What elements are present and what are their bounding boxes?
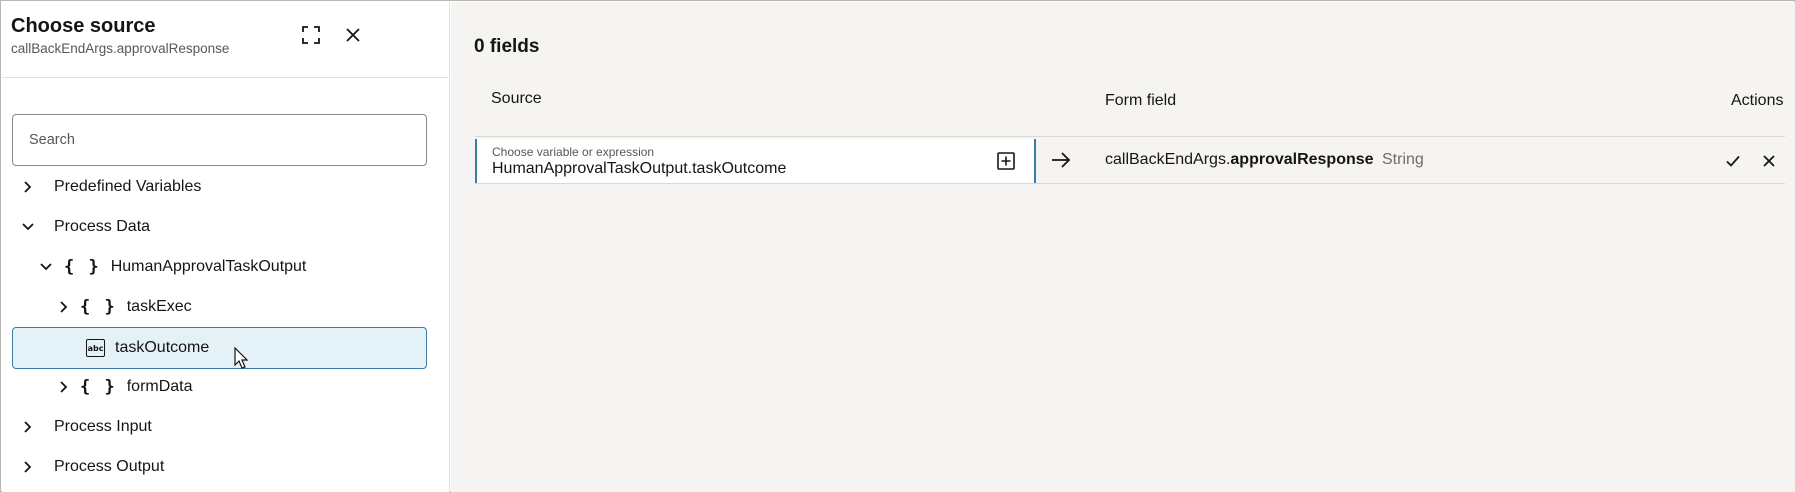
expand-icon xyxy=(302,26,320,44)
field-mapping-panel: 0 fields Source Form field Actions Choos… xyxy=(451,2,1795,492)
object-icon: { } xyxy=(80,377,117,397)
plus-box-icon xyxy=(997,152,1015,170)
chevron-down-icon xyxy=(20,219,36,235)
target-field-prefix: callBackEndArgs. xyxy=(1105,151,1231,168)
tree-item-label: taskExec xyxy=(126,298,192,315)
tree-item-predefined-variables[interactable]: Predefined Variables xyxy=(12,167,427,207)
source-field-value: HumanApprovalTaskOutput.taskOutcome xyxy=(492,160,787,177)
confirm-mapping-button[interactable] xyxy=(1723,151,1743,171)
source-field-divider xyxy=(1034,139,1036,183)
panel-subtitle: callBackEndArgs.approvalResponse xyxy=(11,41,230,56)
chevron-right-icon xyxy=(56,299,72,315)
object-icon: { } xyxy=(80,297,117,317)
arrow-right-icon xyxy=(1052,152,1071,168)
checkmark-icon xyxy=(1726,155,1740,167)
tree-item-label: HumanApprovalTaskOutput xyxy=(110,258,307,275)
fields-count: 0 fields xyxy=(474,36,540,57)
close-icon xyxy=(1763,155,1775,167)
string-type-icon: abc xyxy=(86,339,105,357)
chevron-right-icon xyxy=(56,379,72,395)
dialog-frame: Choose source callBackEndArgs.approvalRe… xyxy=(0,0,1795,492)
column-header-form-field: Form field xyxy=(1105,92,1177,109)
remove-mapping-button[interactable] xyxy=(1759,151,1779,171)
column-header-actions: Actions xyxy=(1731,92,1784,109)
tree-item-label: formData xyxy=(126,378,193,395)
tree-item-label: taskOutcome xyxy=(115,339,210,356)
row-divider xyxy=(475,183,1785,184)
source-expression-field[interactable]: Choose variable or expression HumanAppro… xyxy=(475,139,1034,183)
search-input[interactable] xyxy=(12,114,427,166)
tree-item-human-approval-task-output[interactable]: { } HumanApprovalTaskOutput xyxy=(12,247,427,287)
tree-item-task-outcome[interactable]: abc taskOutcome xyxy=(12,327,427,369)
chevron-down-icon xyxy=(38,259,54,275)
tree-item-process-input[interactable]: Process Input xyxy=(12,407,427,447)
tree-item-process-output[interactable]: Process Output xyxy=(12,447,427,487)
chevron-right-icon xyxy=(20,179,36,195)
panel-header: Choose source callBackEndArgs.approvalRe… xyxy=(2,2,450,78)
chevron-right-icon xyxy=(20,419,36,435)
tree-item-form-data[interactable]: { } formData xyxy=(12,367,427,407)
expand-button[interactable] xyxy=(295,19,327,51)
tree-item-label: Process Input xyxy=(54,418,152,435)
panel-title: Choose source xyxy=(11,15,156,37)
close-panel-button[interactable] xyxy=(337,19,369,51)
target-field-name: approvalResponse xyxy=(1230,151,1374,168)
choose-source-panel: Choose source callBackEndArgs.approvalRe… xyxy=(2,2,450,492)
chevron-right-icon xyxy=(20,459,36,475)
close-icon xyxy=(346,28,360,42)
tree-item-label: Process Data xyxy=(54,218,151,235)
add-expression-button[interactable] xyxy=(997,152,1015,170)
mouse-cursor-icon xyxy=(234,347,248,369)
tree-item-task-exec[interactable]: { } taskExec xyxy=(12,287,427,327)
target-field-type: String xyxy=(1382,151,1424,168)
tree-item-process-data[interactable]: Process Data xyxy=(12,207,427,247)
header-divider xyxy=(475,136,1785,137)
tree-item-label: Predefined Variables xyxy=(54,178,202,195)
tree-item-label: Process Output xyxy=(54,458,165,475)
column-header-source: Source xyxy=(491,90,542,107)
target-form-field: callBackEndArgs.approvalResponse xyxy=(1105,151,1374,169)
source-field-label: Choose variable or expression xyxy=(492,145,655,159)
object-icon: { } xyxy=(64,257,101,277)
